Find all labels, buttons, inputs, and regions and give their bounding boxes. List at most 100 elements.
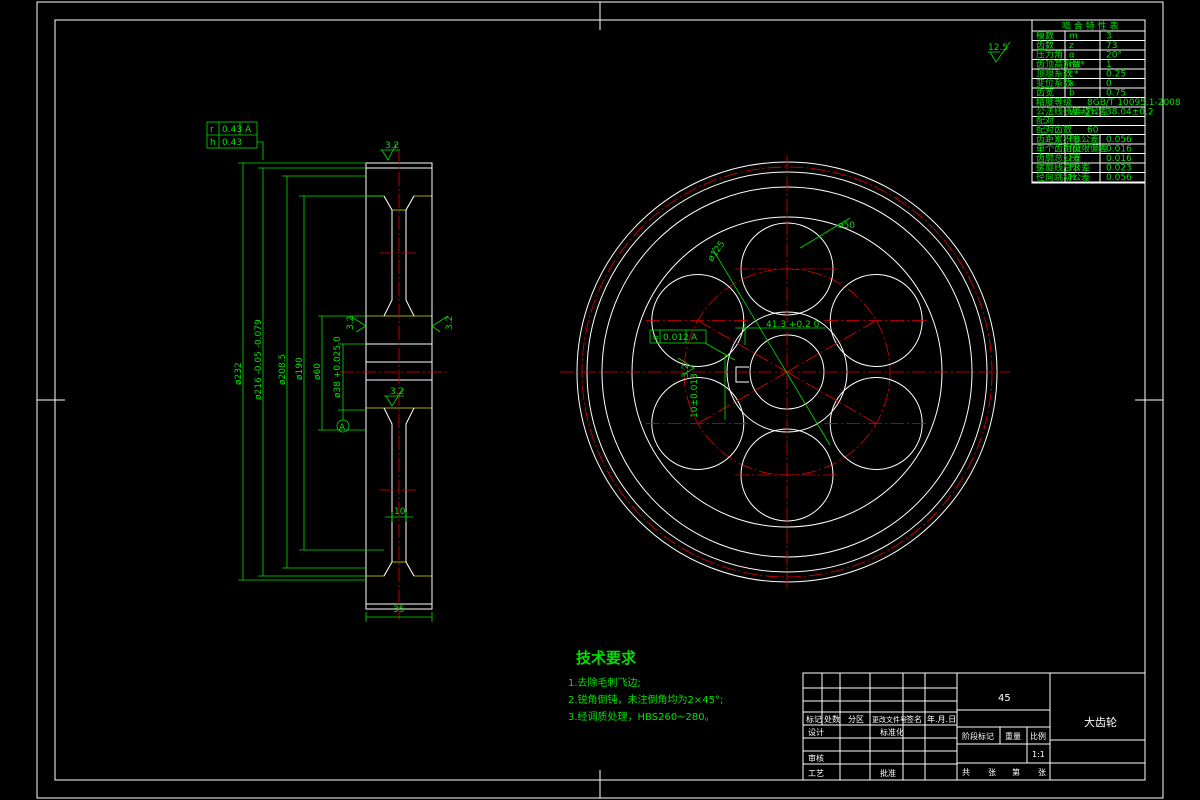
- tolerance-row-symbol: Fp: [1069, 135, 1080, 145]
- param-row-name: 齿数: [1036, 39, 1054, 51]
- svg-text:1:1: 1:1: [1032, 750, 1045, 759]
- tech-req-item-3: 3.经调质处理，HBS260~280。: [568, 710, 715, 723]
- param-row-value: 20°: [1106, 51, 1122, 61]
- accuracy-row-name: 精度等级: [1036, 96, 1072, 108]
- param-row-value: 73: [1106, 41, 1117, 51]
- svg-text:标记: 标记: [806, 714, 822, 724]
- svg-text:3.2: 3.2: [445, 316, 455, 330]
- param-row-symbol: ha*: [1069, 60, 1085, 70]
- param-row-symbol: b: [1069, 89, 1075, 99]
- svg-text:3.2: 3.2: [385, 141, 399, 151]
- pair-teeth-row-value: 60: [1087, 126, 1099, 136]
- general-roughness-value: 12.5: [988, 43, 1008, 53]
- datum-a-marker: A: [336, 410, 350, 433]
- svg-text:设计: 设计: [808, 727, 824, 737]
- svg-text:=: =: [652, 333, 660, 343]
- dim-hole-pcd: ø125: [706, 239, 727, 263]
- tolerance-row-symbol: Fβ: [1069, 164, 1080, 174]
- param-row-value: 0.75: [1106, 89, 1126, 99]
- param-row-name: 变位系数: [1036, 77, 1072, 89]
- tolerance-row-value: 0.016: [1106, 154, 1132, 164]
- svg-text:阶段标记: 阶段标记: [962, 731, 994, 741]
- svg-text:张: 张: [1038, 768, 1046, 777]
- material: 45: [998, 693, 1011, 704]
- tolerance-row-symbol: fpt: [1069, 145, 1082, 155]
- dim-face-width: 35: [393, 605, 404, 615]
- param-row-value: 3: [1106, 32, 1112, 42]
- dim-ring-diameter: ø208.5: [278, 354, 288, 385]
- param-row-name: 压力角: [1036, 49, 1063, 61]
- param-row-name: 齿宽: [1036, 87, 1054, 99]
- svg-text:0.43: 0.43: [222, 125, 242, 135]
- gear-front-view: ø125 ø50 41.3 +0.2 0 10±0.018 = 0.012 A …: [560, 155, 1010, 590]
- svg-text:年.月.日: 年.月.日: [927, 714, 956, 724]
- param-row-symbol: m: [1069, 32, 1078, 42]
- param-row-name: 模数: [1036, 30, 1054, 42]
- param-table-title: 啮 合 特 性 表: [1062, 20, 1118, 32]
- technical-requirements: 技术要求 1.去除毛刺飞边; 2.锐角倒钝，未注倒角均为2×45°; 3.经调质…: [568, 649, 723, 723]
- svg-text:分区: 分区: [848, 715, 864, 724]
- svg-text:第: 第: [1012, 767, 1020, 777]
- gear-parameter-table: 啮 合 特 性 表模数 m 3齿数 z 73压力角 α 20°齿顶高系数ha* 1顶隙系数c*…: [1031, 19, 1181, 184]
- tolerance-row-name: 齿距累积总公差: [1036, 133, 1099, 145]
- dim-tip-diameter: ø216 -0.05 -0.079: [254, 319, 264, 400]
- svg-text:3.2: 3.2: [390, 387, 404, 397]
- param-row-symbol: z: [1069, 41, 1074, 51]
- front-view-dimension-lines: [704, 217, 851, 446]
- svg-text:处数: 处数: [824, 714, 840, 724]
- dim-outer-diameter: ø232: [234, 362, 244, 385]
- svg-text:签名: 签名: [906, 714, 922, 724]
- general-roughness-symbol: 12.5: [988, 41, 1011, 63]
- param-row-symbol: x: [1069, 79, 1075, 89]
- svg-text:0.43: 0.43: [222, 138, 242, 148]
- tolerance-row-value: 0.023: [1106, 164, 1132, 174]
- pair-teeth-row-name: 配对齿数: [1036, 124, 1072, 136]
- tech-req-item-1: 1.去除毛刺飞边;: [568, 676, 641, 689]
- param-row-name: 顶隙系数: [1036, 68, 1072, 80]
- keyway-outline: [735, 366, 749, 383]
- tolerance-row-value: 0.056: [1106, 173, 1132, 183]
- svg-text:共: 共: [962, 768, 970, 777]
- dim-hole-diameter: ø50: [838, 221, 855, 231]
- svg-text:张: 张: [988, 768, 996, 777]
- length-row-symbol: W=∑n: [1069, 108, 1097, 118]
- dim-keyway-depth: 41.3 +0.2 0: [766, 320, 820, 330]
- svg-text:3.2: 3.2: [346, 316, 356, 330]
- svg-text:h: h: [210, 138, 216, 148]
- tech-req-item-2: 2.锐角倒钝，未注倒角均为2×45°;: [568, 693, 723, 706]
- param-row-value: 1: [1106, 60, 1112, 70]
- svg-text:重量: 重量: [1005, 731, 1021, 741]
- svg-text:0.012: 0.012: [663, 333, 689, 343]
- tolerance-row-symbol: Fα: [1069, 154, 1080, 164]
- svg-text:A: A: [339, 423, 346, 433]
- svg-text:比例: 比例: [1030, 731, 1046, 741]
- dim-bore-diameter: ø38 +0.025 0: [333, 336, 343, 398]
- drawing-canvas: 12.5 啮 合 特 性 表模数 m 3齿数 z 73压力角 α 20°齿顶高系数ha* 1顶…: [36, 1, 1181, 799]
- dim-keyway-width: 10±0.018: [690, 373, 700, 418]
- svg-text:A: A: [691, 333, 698, 343]
- tolerance-row-value: 0.056: [1106, 135, 1132, 145]
- dim-web-diameter: ø190: [295, 357, 305, 380]
- param-row-symbol: c*: [1069, 70, 1079, 80]
- svg-text:r: r: [210, 125, 214, 135]
- param-row-value: 0: [1106, 79, 1112, 89]
- tolerance-row-name: 螺旋线总公差: [1036, 162, 1090, 174]
- dim-rib-thickness: 10: [394, 507, 406, 517]
- part-name: 大齿轮: [1084, 715, 1117, 729]
- svg-text:3.2: 3.2: [681, 364, 691, 378]
- param-row-value: 0.25: [1106, 70, 1126, 80]
- svg-text:A: A: [245, 125, 252, 135]
- gear-side-view: ø232 ø216 -0.05 -0.079 ø208.5 ø190 ø60 ø…: [206, 121, 455, 622]
- tech-req-title: 技术要求: [576, 649, 637, 667]
- tolerance-row-name: 径向跳动公差: [1036, 171, 1090, 183]
- title-block: 45 大齿轮 标记 处数 分区 更改文件号 签名 年.月.日 设计 标准化 审核…: [802, 672, 1146, 781]
- svg-text:工艺: 工艺: [808, 769, 824, 778]
- tolerance-row-value: 0.016: [1106, 145, 1132, 155]
- tolerance-row-symbol: Fr: [1069, 173, 1078, 183]
- accuracy-row-value: 8GB/T 10095.1-2008: [1087, 98, 1181, 108]
- svg-text:批准: 批准: [880, 768, 896, 778]
- param-row-symbol: α: [1069, 51, 1075, 61]
- svg-text:审核: 审核: [808, 753, 824, 763]
- length-row-value: 38.04±0.2: [1106, 108, 1154, 118]
- svg-text:更改文件号: 更改文件号: [872, 715, 907, 724]
